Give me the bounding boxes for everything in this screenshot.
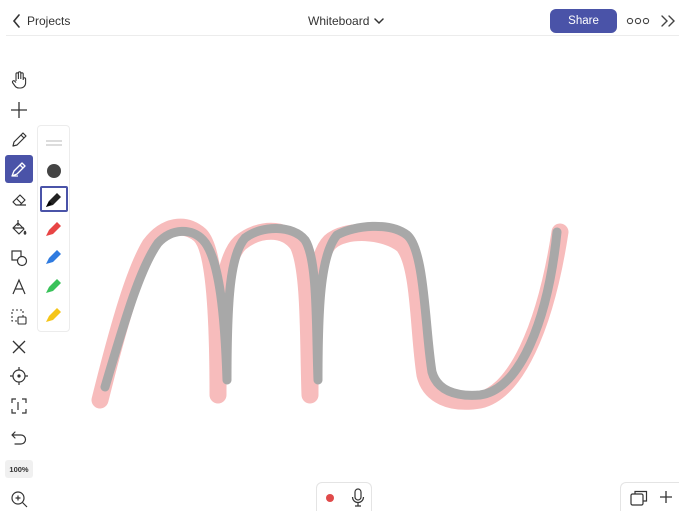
fill-dot-option[interactable] (40, 158, 68, 184)
pen-yellow-option[interactable] (40, 301, 68, 327)
eraser-tool[interactable] (5, 185, 33, 213)
add-page-icon[interactable] (659, 490, 673, 504)
ink-stroke (100, 221, 562, 400)
share-button[interactable]: Share (550, 9, 617, 33)
shapes-icon (11, 250, 28, 267)
hand-icon (11, 71, 27, 89)
pencil-icon (12, 132, 27, 147)
pen-black-option[interactable] (40, 186, 68, 212)
shapes-tool[interactable] (5, 244, 33, 272)
target-icon (10, 367, 28, 385)
chevron-down-icon (374, 18, 385, 25)
marker-blue-icon (46, 250, 61, 264)
line-width-option[interactable] (40, 130, 68, 156)
highlighter-tool[interactable] (5, 155, 33, 183)
more-icon[interactable] (626, 13, 650, 29)
marker-yellow-icon (46, 308, 61, 322)
zoom-level: 100% (5, 460, 33, 478)
filled-circle-icon (47, 164, 61, 178)
zoom-in-icon (11, 491, 28, 508)
plus-icon (11, 102, 27, 118)
undo-button[interactable] (5, 424, 33, 452)
page-controls (620, 482, 679, 511)
pen-tool[interactable] (5, 126, 33, 154)
back-button[interactable]: Projects (12, 10, 70, 32)
scan-tool[interactable] (5, 392, 33, 420)
top-bar: Projects Whiteboard Share (6, 6, 679, 36)
delete-tool[interactable] (5, 333, 33, 361)
marker-red-icon (46, 222, 61, 236)
hand-tool[interactable] (5, 66, 33, 94)
back-label: Projects (27, 14, 71, 28)
paint-bucket-icon (12, 220, 27, 235)
pages-icon[interactable] (629, 489, 649, 507)
pen-red-option[interactable] (40, 215, 68, 241)
scan-icon (11, 398, 27, 414)
record-icon[interactable] (326, 494, 334, 502)
add-tool[interactable] (5, 96, 33, 124)
board-title: Whiteboard (308, 14, 370, 28)
zoom-in-button[interactable] (5, 485, 33, 511)
pen-palette (37, 125, 70, 332)
close-icon (12, 340, 26, 354)
pen-blue-option[interactable] (40, 243, 68, 269)
marker-green-icon (46, 279, 61, 293)
recording-bar (316, 482, 372, 511)
chevron-left-icon (12, 14, 20, 28)
drawing-canvas[interactable] (70, 40, 679, 480)
eraser-icon (12, 194, 26, 206)
select-tool[interactable] (5, 303, 33, 331)
microphone-icon[interactable] (351, 488, 365, 508)
target-tool[interactable] (5, 362, 33, 390)
text-tool[interactable] (5, 273, 33, 301)
double-chevron-right-icon[interactable] (660, 11, 676, 31)
pen-green-option[interactable] (40, 272, 68, 298)
board-title-menu[interactable]: Whiteboard (308, 10, 385, 32)
highlighter-icon (11, 162, 26, 177)
line-width-icon (46, 140, 62, 146)
undo-icon (11, 431, 27, 445)
lasso-select-icon (11, 309, 27, 325)
marker-black-icon (46, 193, 61, 207)
text-icon (12, 278, 26, 295)
fill-tool[interactable] (5, 214, 33, 242)
